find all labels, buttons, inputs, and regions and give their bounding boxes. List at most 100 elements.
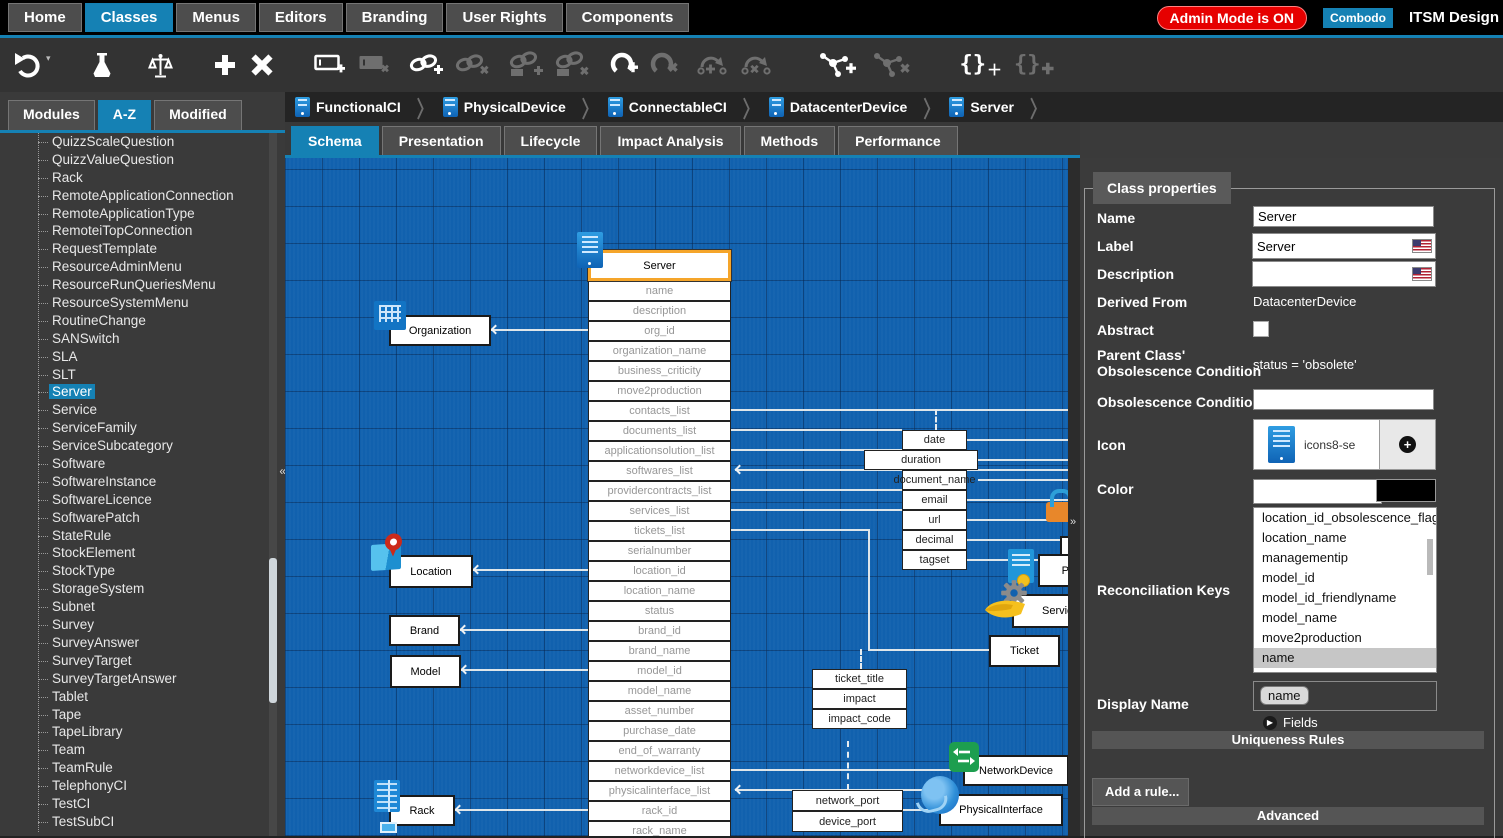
class-list-item[interactable]: Tape [0, 706, 263, 724]
class-list-item[interactable]: SANSwitch [0, 330, 263, 348]
reconciliation-key-item[interactable]: model_id [1254, 568, 1436, 588]
server-field[interactable]: applicationsolution_list [588, 441, 731, 461]
class-list-item[interactable]: QuizzValueQuestion [0, 151, 263, 169]
class-list-item[interactable]: Subnet [0, 598, 263, 616]
brand-class-box[interactable]: Brand [389, 615, 460, 646]
class-list-item[interactable]: RequestTemplate [0, 240, 263, 258]
class-list-item[interactable]: TapeLibrary [0, 723, 263, 741]
server-field[interactable]: physicalinterface_list [588, 781, 731, 801]
server-field[interactable]: asset_number [588, 701, 731, 721]
class-list-item[interactable]: SoftwareLicence [0, 491, 263, 509]
content-tab[interactable]: Presentation [382, 126, 501, 155]
content-tab[interactable]: Lifecycle [504, 126, 598, 155]
ticket-field-box[interactable]: ticket_title [812, 669, 907, 689]
server-field[interactable]: brand_id [588, 621, 731, 641]
add-link-button[interactable] [408, 43, 444, 87]
attribute-type-box[interactable]: email [902, 490, 967, 510]
name-input[interactable] [1253, 206, 1434, 227]
display-name-tag[interactable]: name [1260, 686, 1309, 705]
class-list-item[interactable]: SurveyAnswer [0, 634, 263, 652]
class-list-item[interactable]: TeamRule [0, 759, 263, 777]
class-list-item[interactable]: TestCI [0, 795, 263, 813]
icon-preview-box[interactable]: icons8-se [1253, 419, 1380, 470]
breadcrumb-item[interactable]: DatacenterDevice 〉 [769, 95, 950, 119]
add-linkset-button[interactable] [508, 43, 544, 87]
server-field[interactable]: brand_name [588, 641, 731, 661]
listbox-scrollbar-thumb[interactable] [1427, 539, 1433, 575]
advanced-header[interactable]: Advanced [1092, 807, 1484, 825]
class-list-item[interactable]: ResourceAdminMenu [0, 258, 263, 276]
add-transition-button[interactable] [696, 43, 730, 87]
ticket-field-box[interactable]: impact [812, 689, 907, 709]
uniqueness-rules-header[interactable]: Uniqueness Rules [1092, 731, 1484, 749]
location-class-box[interactable]: Location [389, 555, 473, 588]
combodo-badge[interactable]: Combodo [1323, 8, 1393, 28]
delete-lifecycle-button[interactable] [650, 43, 680, 87]
reconciliation-key-item[interactable]: model_name [1254, 608, 1436, 628]
server-field[interactable]: business_criticity [588, 361, 731, 381]
class-list-item[interactable]: SoftwarePatch [0, 509, 263, 527]
content-tab[interactable]: Schema [291, 126, 379, 155]
server-field[interactable]: serialnumber [588, 541, 731, 561]
breadcrumb-item[interactable]: PhysicalDevice 〉 [443, 95, 608, 119]
add-field-button[interactable] [314, 43, 346, 87]
server-field[interactable]: organization_name [588, 341, 731, 361]
class-list-item[interactable]: SurveyTarget [0, 652, 263, 670]
reconciliation-key-item[interactable]: name [1254, 648, 1436, 668]
class-list-item[interactable]: SLA [0, 348, 263, 366]
reconciliation-key-item[interactable]: location_id_obsolescence_flag [1254, 508, 1436, 528]
server-field[interactable]: rack_name [588, 821, 731, 836]
reconciliation-key-item[interactable]: managementip [1254, 548, 1436, 568]
server-field[interactable]: purchase_date [588, 721, 731, 741]
class-list-item[interactable]: Service [0, 401, 263, 419]
obsolescence-input[interactable] [1253, 389, 1434, 410]
class-list-item[interactable]: RemoteApplicationType [0, 205, 263, 223]
add-rule-button[interactable]: Add a rule... [1092, 778, 1189, 806]
panel-splitter[interactable]: » [1068, 158, 1080, 836]
top-nav-tab[interactable]: User Rights [446, 3, 562, 32]
delete-transition-button[interactable] [740, 43, 774, 87]
server-field[interactable]: networkdevice_list [588, 761, 731, 781]
class-list-item[interactable]: TelephonyCI [0, 777, 263, 795]
server-field[interactable]: name [588, 281, 731, 301]
sidebar-tab[interactable]: A-Z [98, 100, 151, 130]
class-list-item[interactable]: StateRule [0, 527, 263, 545]
content-tab[interactable]: Performance [838, 126, 958, 155]
server-field[interactable]: model_id [588, 661, 731, 681]
providercontract-class-box[interactable]: P [1038, 554, 1068, 587]
server-field[interactable]: location_id [588, 561, 731, 581]
class-list-item[interactable]: SurveyTargetAnswer [0, 670, 263, 688]
undo-button[interactable]: ▾ [12, 43, 51, 87]
class-list-item[interactable]: ResourceRunQueriesMenu [0, 276, 263, 294]
server-field[interactable]: location_name [588, 581, 731, 601]
content-tab[interactable]: Impact Analysis [600, 126, 740, 155]
server-field[interactable]: status [588, 601, 731, 621]
top-nav-tab[interactable]: Home [8, 3, 82, 32]
class-list-item[interactable]: ServiceFamily [0, 419, 263, 437]
server-field[interactable]: model_name [588, 681, 731, 701]
model-class-box[interactable]: Model [390, 655, 461, 688]
class-list-item[interactable]: QuizzScaleQuestion [0, 133, 263, 151]
content-tab[interactable]: Methods [744, 126, 836, 155]
delete-class-button[interactable] [250, 43, 274, 87]
server-field[interactable]: rack_id [588, 801, 731, 821]
attribute-type-box[interactable]: url [902, 510, 967, 530]
class-list-item[interactable]: Server [0, 383, 263, 401]
ticket-class-box[interactable]: Ticket [989, 635, 1060, 667]
class-list-item[interactable]: RoutineChange [0, 312, 263, 330]
port-field-box[interactable]: network_port [792, 790, 903, 811]
add-class-button[interactable] [214, 43, 236, 87]
server-field[interactable]: documents_list [588, 421, 731, 441]
attribute-type-box[interactable]: document_name [902, 470, 967, 490]
class-list-item[interactable]: SoftwareInstance [0, 473, 263, 491]
breadcrumb-item[interactable]: ConnectableCI 〉 [608, 95, 769, 119]
reconciliation-key-item[interactable]: model_id_friendlyname [1254, 588, 1436, 608]
sidebar-scrollbar[interactable] [269, 133, 277, 836]
sidebar-tab[interactable]: Modules [8, 100, 95, 130]
ticket-field-box[interactable]: impact_code [812, 709, 907, 729]
add-relation-button[interactable] [818, 43, 858, 87]
server-field[interactable]: services_list [588, 501, 731, 521]
color-swatch[interactable] [1376, 479, 1436, 502]
add-method-button[interactable]: {}＋ [960, 43, 1003, 87]
attribute-type-box[interactable]: decimal [902, 530, 967, 550]
